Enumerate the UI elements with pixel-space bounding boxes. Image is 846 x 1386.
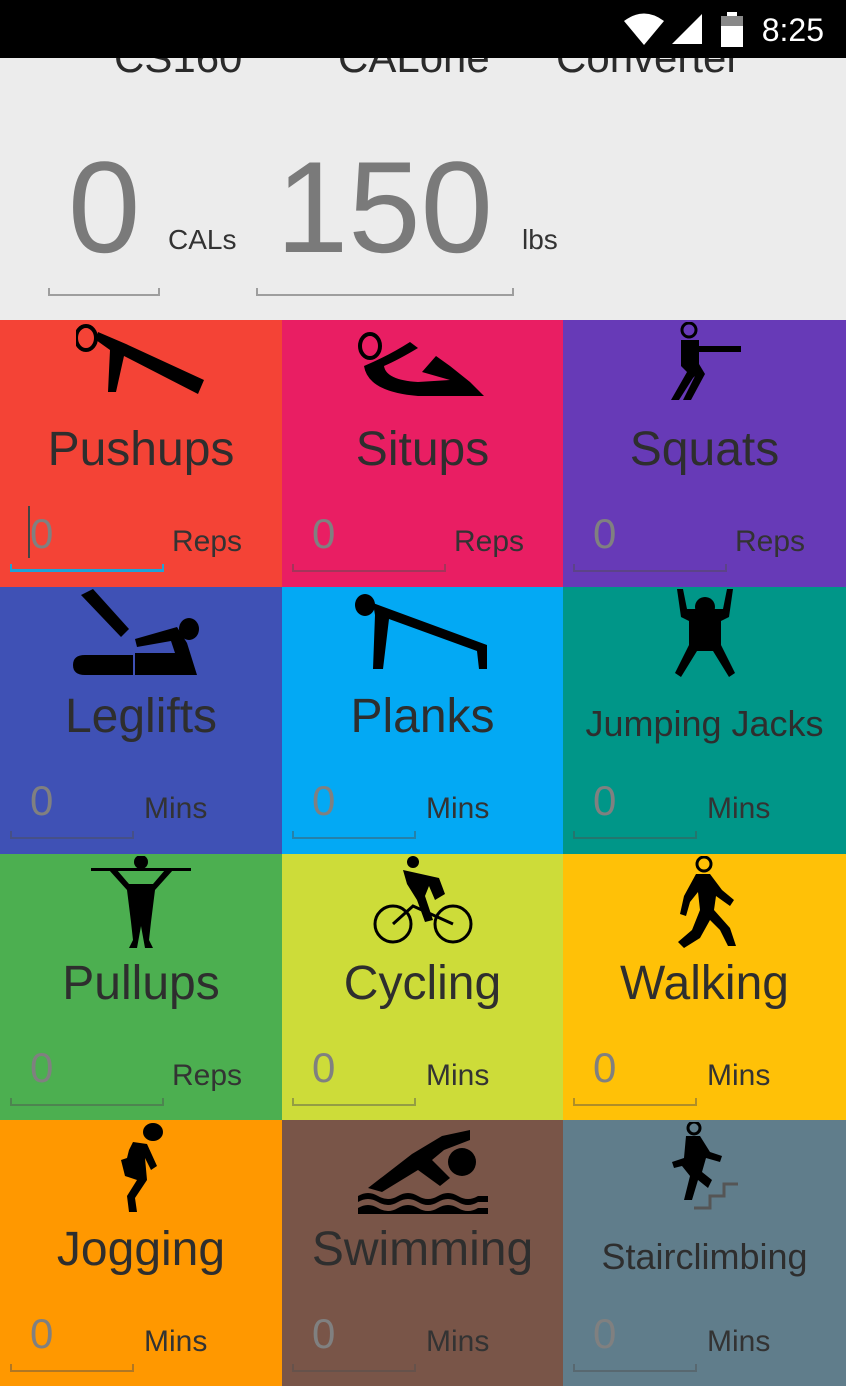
exercise-tile-pushups[interactable]: Pushups 0 Reps <box>0 320 282 587</box>
exercise-tile-squats[interactable]: Squats 0 Reps <box>563 320 846 587</box>
jogging-icon <box>111 1122 171 1221</box>
exercise-value: 0 <box>30 777 54 824</box>
plank-icon <box>353 589 493 678</box>
title-part-cs160: CS160 <box>114 58 242 82</box>
exercise-tile-stairclimbing[interactable]: Stairclimbing 0 Mins <box>563 1120 846 1386</box>
exercise-label: Pullups <box>62 957 220 1010</box>
exercise-label: Pushups <box>47 423 235 476</box>
exercise-unit: Mins <box>426 1059 490 1092</box>
exercise-input-underline <box>573 831 697 839</box>
exercise-label: Situps <box>355 423 490 476</box>
exercise-label: Squats <box>629 423 780 476</box>
exercise-unit: Mins <box>707 1059 771 1092</box>
exercise-value: 0 <box>593 1044 617 1091</box>
exercise-label: Planks <box>350 690 495 743</box>
header: CS160 CALorie Converter 0 CALs 150 lbs <box>0 58 846 320</box>
exercise-tile-pullups[interactable]: Pullups 0 Reps <box>0 854 282 1120</box>
exercise-grid: Pushups 0 Reps Situps 0 Reps Squats 0 Re… <box>0 320 846 1386</box>
exercise-input-underline <box>10 1364 134 1372</box>
exercise-tile-jogging[interactable]: Jogging 0 Mins <box>0 1120 282 1386</box>
exercise-label: Stairclimbing <box>601 1236 808 1277</box>
text-cursor <box>28 506 30 558</box>
exercise-unit: Mins <box>707 1325 771 1358</box>
weight-value: 150 <box>276 134 493 280</box>
exercise-value: 0 <box>593 777 617 824</box>
exercise-label: Walking <box>620 957 789 1010</box>
wifi-icon <box>624 13 664 45</box>
leglift-icon <box>71 589 211 684</box>
exercise-unit: Reps <box>735 525 806 558</box>
status-bar: 8:25 <box>0 0 846 58</box>
exercise-value: 0 <box>30 1310 54 1357</box>
status-time: 8:25 <box>761 12 824 48</box>
exercise-input-underline <box>573 1364 697 1372</box>
exercise-value: 0 <box>312 510 336 557</box>
exercise-unit: Reps <box>172 1059 243 1092</box>
exercise-value: 0 <box>30 1044 54 1091</box>
exercise-value: 0 <box>312 1044 336 1091</box>
calories-underline <box>48 288 160 296</box>
pullup-icon <box>91 855 191 955</box>
calories-value: 0 <box>68 134 141 280</box>
exercise-tile-cycling[interactable]: Cycling 0 Mins <box>282 854 563 1120</box>
title-part-calorie: CALorie <box>338 58 490 82</box>
exercise-unit: Mins <box>426 792 490 825</box>
exercise-tile-swimming[interactable]: Swimming 0 Mins <box>282 1120 563 1386</box>
situp-icon <box>357 322 488 407</box>
walking-icon <box>670 855 740 955</box>
exercise-label: Jumping Jacks <box>585 703 824 744</box>
exercise-value: 0 <box>312 777 336 824</box>
jumping-jack-icon <box>665 589 745 688</box>
exercise-input-underline <box>573 564 727 572</box>
exercise-value: 0 <box>593 510 617 557</box>
exercise-input-underline <box>292 1098 416 1106</box>
exercise-label: Swimming <box>311 1223 534 1276</box>
exercise-input-underline <box>10 564 164 572</box>
exercise-input-underline <box>292 831 416 839</box>
exercise-input-underline <box>10 1098 164 1106</box>
exercise-unit: Mins <box>144 1325 208 1358</box>
exercise-unit: Mins <box>144 792 208 825</box>
exercise-value: 0 <box>312 1310 336 1357</box>
cycling-icon <box>373 856 473 955</box>
exercise-label: Cycling <box>343 957 502 1010</box>
exercise-unit: Reps <box>454 525 525 558</box>
exercise-unit: Mins <box>707 792 771 825</box>
weight-unit: lbs <box>522 224 558 255</box>
exercise-tile-planks[interactable]: Planks 0 Mins <box>282 587 563 854</box>
calories-unit: CALs <box>168 224 237 255</box>
exercise-tile-walking[interactable]: Walking 0 Mins <box>563 854 846 1120</box>
app-title: CS160 CALorie Converter <box>0 58 846 84</box>
weight-underline <box>256 288 514 296</box>
exercise-unit: Mins <box>426 1325 490 1358</box>
exercise-tile-situps[interactable]: Situps 0 Reps <box>282 320 563 587</box>
pushup-icon <box>74 322 206 407</box>
stairclimbing-icon <box>670 1120 740 1221</box>
exercise-tile-jumping-jacks[interactable]: Jumping Jacks 0 Mins <box>563 587 846 854</box>
exercise-unit: Reps <box>172 525 243 558</box>
exercise-input-underline <box>292 564 446 572</box>
exercise-label: Jogging <box>56 1223 226 1276</box>
squat-icon <box>665 321 745 407</box>
battery-icon <box>721 12 743 47</box>
cell-signal-icon <box>672 14 702 44</box>
swimming-icon <box>357 1122 488 1221</box>
exercise-input-underline <box>292 1364 416 1372</box>
exercise-label: Leglifts <box>64 690 218 743</box>
exercise-value: 0 <box>30 510 54 557</box>
exercise-value: 0 <box>593 1310 617 1357</box>
exercise-tile-leglifts[interactable]: Leglifts 0 Mins <box>0 587 282 854</box>
exercise-input-underline <box>573 1098 697 1106</box>
title-part-converter: Converter <box>556 58 740 82</box>
exercise-input-underline <box>10 831 134 839</box>
